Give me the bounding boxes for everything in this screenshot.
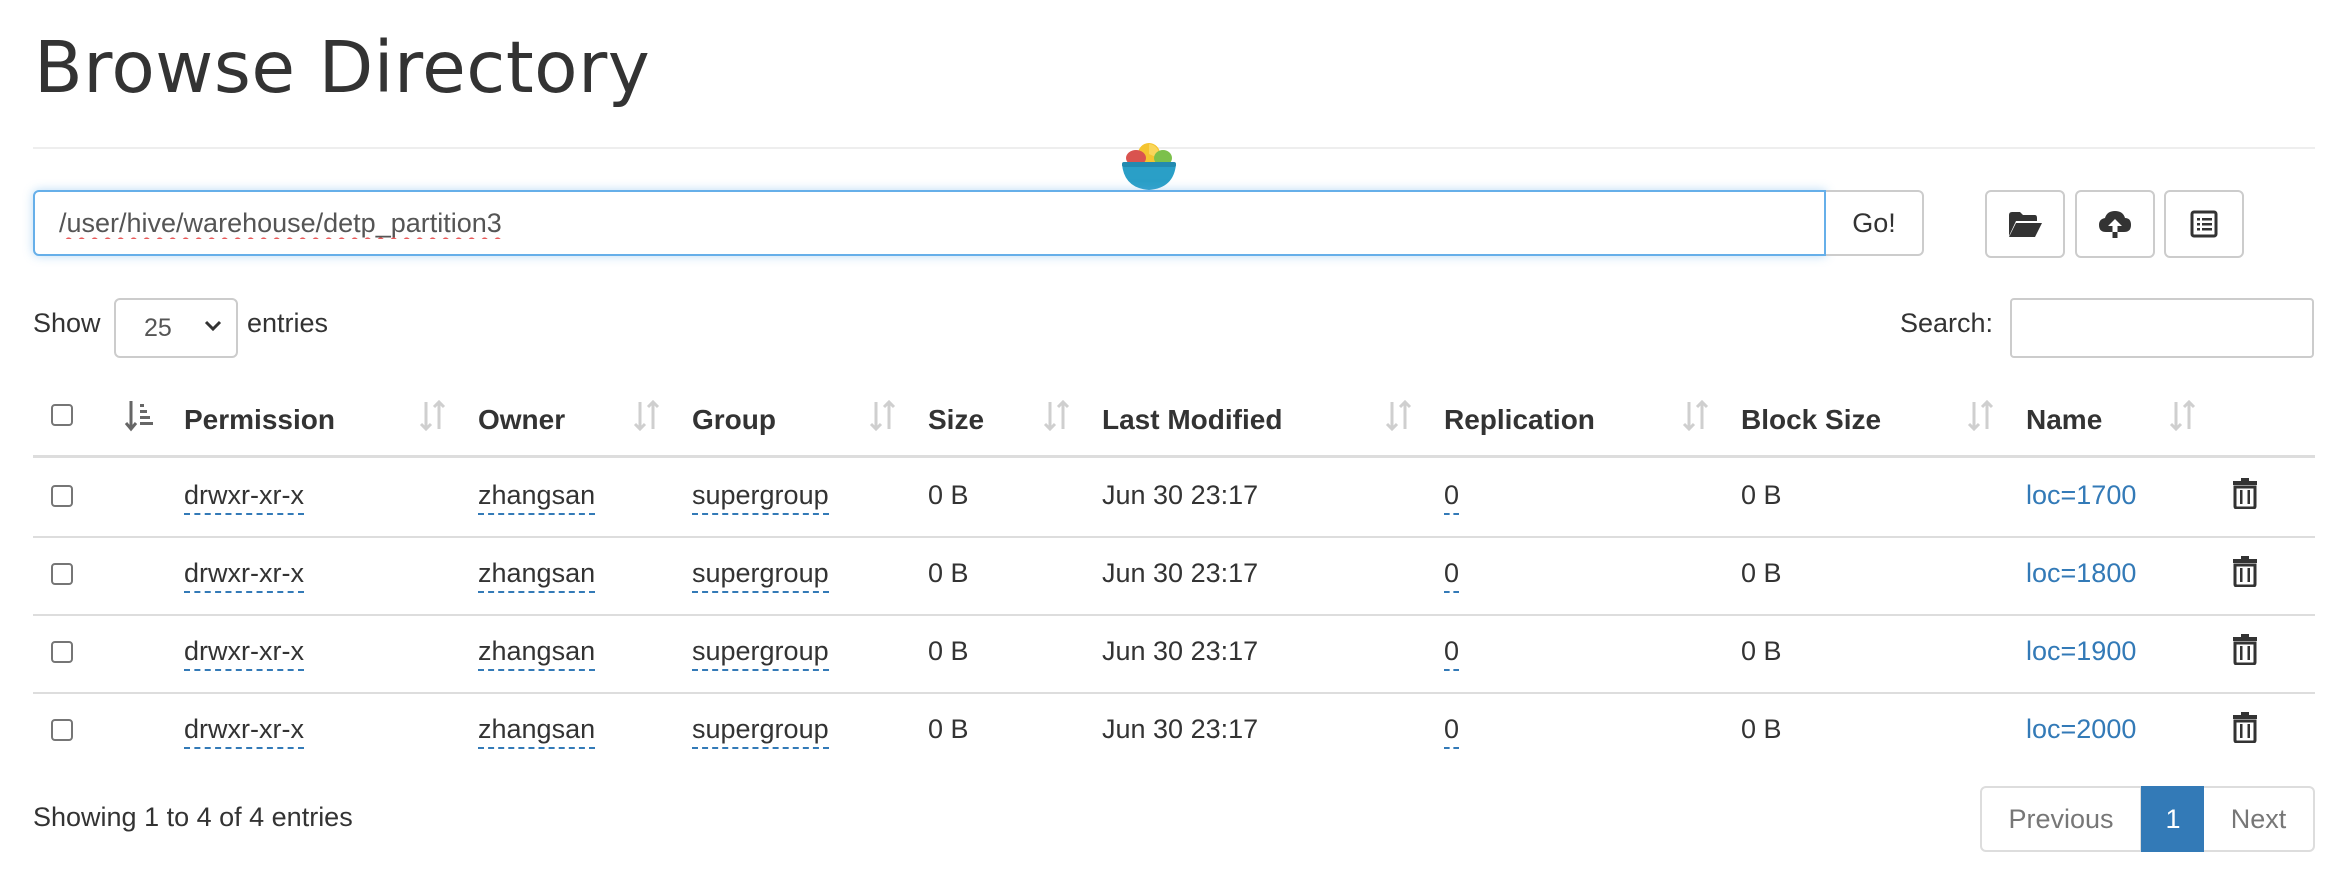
modified-cell: Jun 30 23:17 xyxy=(1102,558,1259,588)
replication-cell[interactable]: 0 xyxy=(1444,636,1460,671)
table-info: Showing 1 to 4 of 4 entries xyxy=(33,802,353,832)
row-divider xyxy=(33,536,2315,538)
owner-cell[interactable]: zhangsan xyxy=(478,714,596,749)
replication-cell[interactable]: 0 xyxy=(1444,480,1460,515)
name-link[interactable]: loc=1800 xyxy=(2026,558,2136,589)
modified-cell: Jun 30 23:17 xyxy=(1102,714,1259,744)
size-cell: 0 B xyxy=(928,636,969,666)
row-divider xyxy=(33,614,2315,616)
row-checkbox[interactable] xyxy=(51,563,73,585)
sort-icon[interactable] xyxy=(1042,398,1072,434)
trash-icon[interactable] xyxy=(2231,477,2259,509)
block-size-cell: 0 B xyxy=(1741,558,1782,588)
permission-cell[interactable]: drwxr-xr-x xyxy=(184,558,304,593)
entries-per-page-select[interactable]: 25 xyxy=(114,298,238,358)
show-label: Show xyxy=(33,308,101,338)
entries-label: entries xyxy=(247,308,329,338)
entries-per-page-value: 25 xyxy=(144,313,172,342)
page-1-button[interactable]: 1 xyxy=(2141,786,2205,852)
table-header-divider xyxy=(33,455,2315,458)
replication-cell[interactable]: 0 xyxy=(1444,558,1460,593)
trash-icon[interactable] xyxy=(2231,711,2259,743)
sort-icon[interactable] xyxy=(1681,398,1711,434)
column-header-name[interactable]: Name xyxy=(2026,404,2102,436)
block-size-cell: 0 B xyxy=(1741,480,1782,510)
size-cell: 0 B xyxy=(928,480,969,510)
path-input[interactable] xyxy=(33,190,1826,256)
column-header-group[interactable]: Group xyxy=(692,404,776,436)
sort-icon[interactable] xyxy=(418,398,448,434)
owner-cell[interactable]: zhangsan xyxy=(478,480,596,515)
column-header-permission[interactable]: Permission xyxy=(184,404,335,436)
select-all-checkbox[interactable] xyxy=(51,404,73,426)
permission-cell[interactable]: drwxr-xr-x xyxy=(184,480,304,515)
column-header-block-size[interactable]: Block Size xyxy=(1741,404,1881,436)
size-cell: 0 B xyxy=(928,558,969,588)
group-cell[interactable]: supergroup xyxy=(692,714,829,749)
sort-asc-icon[interactable] xyxy=(124,398,154,434)
row-checkbox[interactable] xyxy=(51,719,73,741)
permission-cell[interactable]: drwxr-xr-x xyxy=(184,636,304,671)
sort-icon[interactable] xyxy=(1384,398,1414,434)
folder-open-icon xyxy=(2009,212,2042,237)
create-directory-button[interactable] xyxy=(1985,190,2065,258)
block-size-cell: 0 B xyxy=(1741,714,1782,744)
row-divider xyxy=(33,692,2315,694)
group-cell[interactable]: supergroup xyxy=(692,558,829,593)
replication-cell[interactable]: 0 xyxy=(1444,714,1460,749)
sort-icon[interactable] xyxy=(2168,398,2198,434)
block-size-cell: 0 B xyxy=(1741,636,1782,666)
trash-icon[interactable] xyxy=(2231,555,2259,587)
sort-icon[interactable] xyxy=(1966,398,1996,434)
sort-icon[interactable] xyxy=(868,398,898,434)
column-header-size[interactable]: Size xyxy=(928,404,984,436)
sort-icon[interactable] xyxy=(632,398,662,434)
name-link[interactable]: loc=1700 xyxy=(2026,480,2136,511)
row-checkbox[interactable] xyxy=(51,641,73,663)
search-label: Search: xyxy=(1900,308,1994,338)
trash-icon[interactable] xyxy=(2231,633,2259,665)
go-button[interactable]: Go! xyxy=(1826,190,1924,256)
name-link[interactable]: loc=1900 xyxy=(2026,636,2136,667)
column-header-owner[interactable]: Owner xyxy=(478,404,565,436)
group-cell[interactable]: supergroup xyxy=(692,636,829,671)
next-button[interactable]: Next xyxy=(2204,786,2315,852)
column-header-last-modified[interactable]: Last Modified xyxy=(1102,404,1282,436)
chevron-down-icon xyxy=(204,320,222,332)
group-cell[interactable]: supergroup xyxy=(692,480,829,515)
permission-cell[interactable]: drwxr-xr-x xyxy=(184,714,304,749)
owner-cell[interactable]: zhangsan xyxy=(478,636,596,671)
row-checkbox[interactable] xyxy=(51,485,73,507)
modified-cell: Jun 30 23:17 xyxy=(1102,480,1259,510)
cloud-upload-icon xyxy=(2099,211,2131,238)
size-cell: 0 B xyxy=(928,714,969,744)
name-link[interactable]: loc=2000 xyxy=(2026,714,2136,745)
column-header-replication[interactable]: Replication xyxy=(1444,404,1595,436)
previous-button[interactable]: Previous xyxy=(1980,786,2142,852)
owner-cell[interactable]: zhangsan xyxy=(478,558,596,593)
search-input[interactable] xyxy=(2010,298,2314,358)
list-alt-icon xyxy=(2190,210,2218,238)
page-title: Browse Directory xyxy=(34,26,651,109)
modified-cell: Jun 30 23:17 xyxy=(1102,636,1259,666)
cut-paste-button[interactable] xyxy=(2164,190,2244,258)
upload-button[interactable] xyxy=(2075,190,2155,258)
